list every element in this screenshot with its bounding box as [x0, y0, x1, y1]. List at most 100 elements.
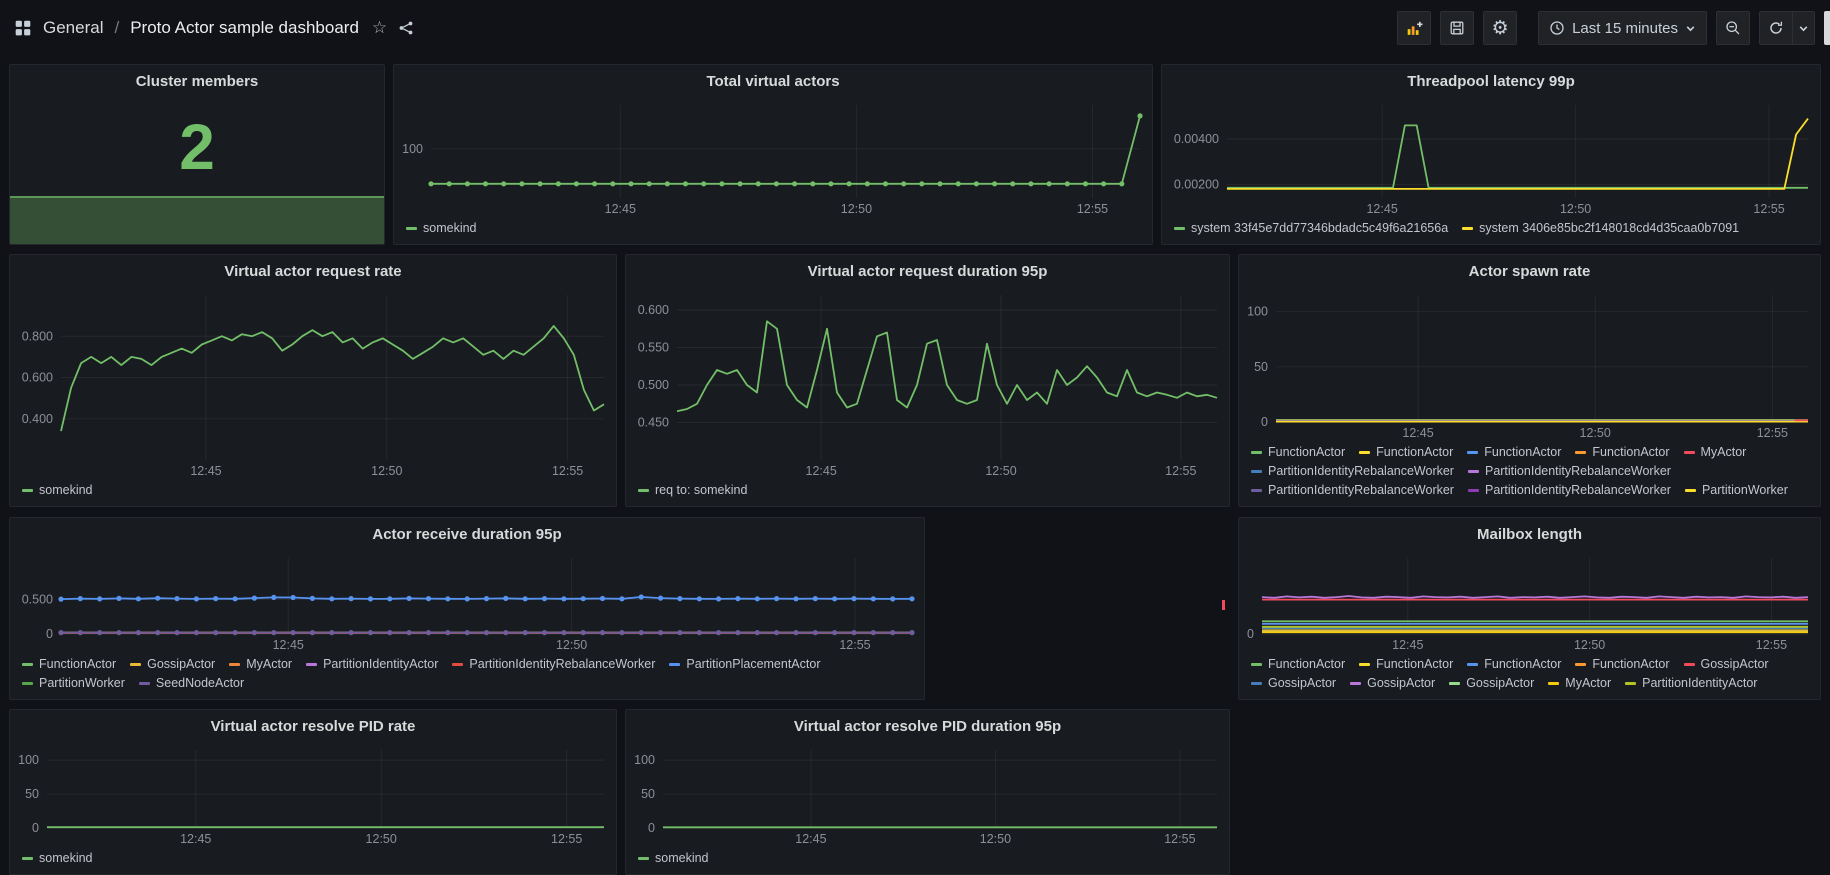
legend-item-label: GossipActor — [1367, 675, 1435, 691]
legend-item[interactable]: SeedNodeActor — [139, 675, 244, 691]
panel-title[interactable]: Cluster members — [10, 65, 384, 97]
legend-item[interactable]: system 3406e85bc2f148018cd4d35caa0b7091 — [1462, 220, 1739, 236]
legend-item[interactable]: somekind — [638, 850, 709, 866]
legend-item[interactable]: GossipActor — [1684, 656, 1769, 672]
legend-item[interactable]: GossipActor — [1251, 675, 1336, 691]
series-color-swatch — [1468, 470, 1479, 473]
legend-item[interactable]: PartitionIdentityActor — [306, 656, 438, 672]
legend: FunctionActor GossipActor MyActor Partition… — [10, 654, 924, 699]
legend-item-label: PartitionIdentityRebalanceWorker — [1268, 482, 1454, 498]
series-color-swatch — [1684, 663, 1695, 666]
apps-grid-icon[interactable] — [14, 19, 32, 37]
svg-text:12:55: 12:55 — [1756, 638, 1787, 652]
refresh-button[interactable] — [1759, 11, 1793, 45]
actor-spawn-rate-chart[interactable]: 12:4512:5012:55050100 — [1239, 287, 1820, 442]
panel-title[interactable]: Mailbox length — [1239, 518, 1820, 550]
series-color-swatch — [452, 663, 463, 666]
svg-text:0.500: 0.500 — [22, 592, 53, 606]
panel-title[interactable]: Total virtual actors — [394, 65, 1152, 97]
legend-item[interactable]: PartitionIdentityRebalanceWorker — [1251, 463, 1454, 479]
series-color-swatch — [1350, 682, 1361, 685]
actor-receive-duration-chart[interactable]: 12:4512:5012:5500.500 — [10, 550, 924, 654]
series-color-swatch — [1359, 663, 1370, 666]
legend-item[interactable]: PartitionIdentityRebalanceWorker — [452, 656, 655, 672]
dashboard-settings-button[interactable]: ⚙ — [1483, 11, 1517, 45]
panel-title[interactable]: Threadpool latency 99p — [1162, 65, 1820, 97]
panel-title[interactable]: Virtual actor request rate — [10, 255, 616, 287]
legend-item[interactable]: FunctionActor — [1467, 656, 1561, 672]
legend-item[interactable]: PartitionIdentityRebalanceWorker — [1251, 482, 1454, 498]
legend-item[interactable]: somekind — [406, 220, 477, 236]
share-icon[interactable] — [398, 20, 414, 36]
legend-item[interactable]: FunctionActor — [1575, 656, 1669, 672]
breadcrumb-dashboard-title[interactable]: Proto Actor sample dashboard — [130, 18, 359, 38]
legend-item[interactable]: PartitionWorker — [22, 675, 125, 691]
series-color-swatch — [22, 857, 33, 860]
svg-text:12:50: 12:50 — [1574, 638, 1605, 652]
legend-item[interactable]: GossipActor — [1350, 675, 1435, 691]
dashboard-grid: Cluster members 2 Total virtual actors 1… — [0, 56, 1830, 867]
svg-text:0.500: 0.500 — [638, 378, 669, 392]
add-panel-button[interactable] — [1397, 11, 1431, 45]
legend-item[interactable]: FunctionActor — [1359, 656, 1453, 672]
chevron-down-icon — [1798, 23, 1809, 34]
legend-item[interactable]: MyActor — [1684, 444, 1747, 460]
panel-virtual-actor-request-rate: Virtual actor request rate 12:4512:5012:… — [9, 254, 617, 507]
legend-item-label: MyActor — [246, 656, 292, 672]
cut-off-edge-button[interactable] — [1824, 11, 1830, 45]
legend-item-label: FunctionActor — [1592, 656, 1669, 672]
legend-item-label: GossipActor — [1701, 656, 1769, 672]
legend-item[interactable]: req to: somekind — [638, 482, 747, 498]
legend-item[interactable]: FunctionActor — [22, 656, 116, 672]
threadpool-latency-chart[interactable]: 12:4512:5012:550.002000.00400 — [1162, 97, 1820, 218]
panel-actor-spawn-rate: Actor spawn rate 12:4512:5012:55050100 F… — [1238, 254, 1821, 507]
legend-item-label: GossipActor — [1466, 675, 1534, 691]
legend-item[interactable]: PartitionIdentityRebalanceWorker — [1468, 482, 1671, 498]
gear-icon: ⚙ — [1492, 19, 1509, 38]
breadcrumb-section[interactable]: General — [43, 18, 103, 38]
series-color-swatch — [22, 663, 33, 666]
save-dashboard-button[interactable] — [1440, 11, 1474, 45]
legend-item[interactable]: PartitionIdentityRebalanceWorker — [1468, 463, 1671, 479]
zoom-out-button[interactable] — [1716, 11, 1750, 45]
svg-text:0: 0 — [32, 821, 39, 835]
legend-item[interactable]: somekind — [22, 482, 93, 498]
panel-title[interactable]: Virtual actor resolve PID rate — [10, 710, 616, 742]
legend-item[interactable]: somekind — [22, 850, 93, 866]
total-virtual-actors-chart[interactable]: 12:4512:5012:55100 — [394, 97, 1152, 218]
legend-item[interactable]: GossipActor — [1449, 675, 1534, 691]
star-icon[interactable]: ☆ — [372, 18, 387, 38]
legend-item[interactable]: PartitionWorker — [1685, 482, 1788, 498]
legend-item-label: FunctionActor — [1268, 656, 1345, 672]
series-color-swatch — [638, 857, 649, 860]
mailbox-length-chart[interactable]: 12:4512:5012:550 — [1239, 550, 1820, 654]
legend-item[interactable]: GossipActor — [130, 656, 215, 672]
stray-red-marker — [1222, 600, 1225, 610]
panel-title[interactable]: Virtual actor resolve PID duration 95p — [626, 710, 1229, 742]
legend-item[interactable]: PartitionPlacementActor — [669, 656, 820, 672]
legend-item[interactable]: MyActor — [1548, 675, 1611, 691]
resolve-pid-rate-chart[interactable]: 12:4512:5012:55050100 — [10, 742, 616, 848]
legend-item[interactable]: PartitionIdentityActor — [1625, 675, 1757, 691]
svg-text:100: 100 — [634, 753, 655, 767]
legend-item[interactable]: FunctionActor — [1359, 444, 1453, 460]
resolve-pid-duration-chart[interactable]: 12:4512:5012:55050100 — [626, 742, 1229, 848]
time-range-picker[interactable]: Last 15 minutes — [1538, 11, 1707, 45]
legend-item[interactable]: FunctionActor — [1575, 444, 1669, 460]
refresh-interval-dropdown[interactable] — [1793, 11, 1815, 45]
legend-item[interactable]: FunctionActor — [1251, 444, 1345, 460]
series-color-swatch — [1468, 489, 1479, 492]
legend-item-label: PartitionWorker — [39, 675, 125, 691]
panel-title[interactable]: Actor receive duration 95p — [10, 518, 924, 550]
svg-text:12:45: 12:45 — [190, 464, 221, 478]
legend-item[interactable]: system 33f45e7dd77346bdadc5c49f6a21656a — [1174, 220, 1448, 236]
legend-item[interactable]: FunctionActor — [1251, 656, 1345, 672]
legend: somekind — [394, 218, 1152, 244]
legend-item[interactable]: FunctionActor — [1467, 444, 1561, 460]
request-rate-chart[interactable]: 12:4512:5012:550.4000.6000.800 — [10, 287, 616, 480]
panel-title[interactable]: Virtual actor request duration 95p — [626, 255, 1229, 287]
request-duration-chart[interactable]: 12:4512:5012:550.4500.5000.5500.600 — [626, 287, 1229, 480]
panel-title[interactable]: Actor spawn rate — [1239, 255, 1820, 287]
legend-item[interactable]: MyActor — [229, 656, 292, 672]
series-color-swatch — [1251, 663, 1262, 666]
